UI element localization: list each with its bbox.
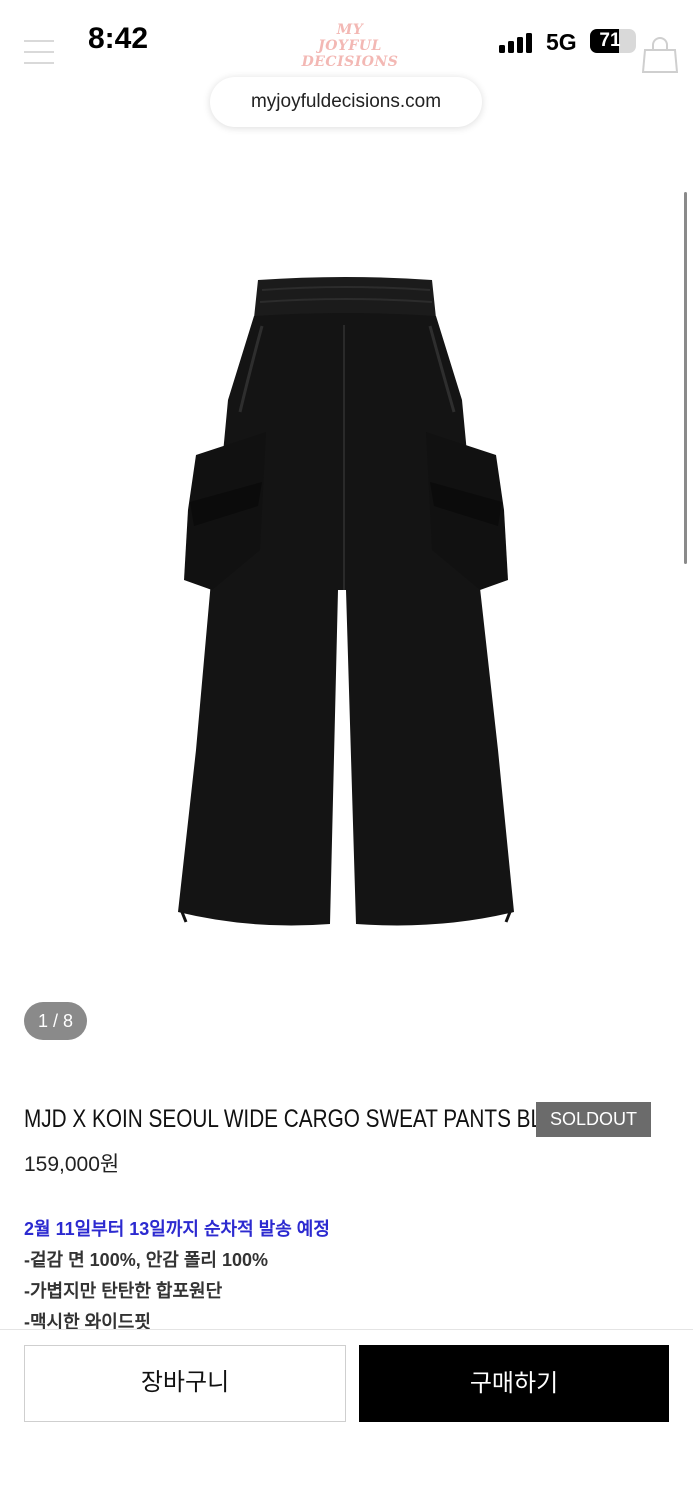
product-image[interactable] <box>0 150 693 1030</box>
logo-line-1: MY <box>336 22 364 38</box>
shopping-bag-icon[interactable] <box>642 36 678 74</box>
bottom-action-bar: 장바구니 구매하기 <box>0 1329 693 1500</box>
url-bar[interactable]: myjoyfuldecisions.com <box>210 77 482 127</box>
product-title: MJD X KOIN SEOUL WIDE CARGO SWEAT PANTS … <box>24 1105 585 1133</box>
cellular-signal-icon <box>499 31 537 53</box>
product-price: 159,000원 <box>24 1153 120 1176</box>
buy-now-button[interactable]: 구매하기 <box>359 1345 669 1422</box>
pants-waistband <box>254 277 436 318</box>
logo-line-3: DECISIONS <box>301 54 399 70</box>
soldout-badge: SOLDOUT <box>536 1102 651 1137</box>
product-page: 8:42 5G 71 MY JOYFUL DECISIONS myjoyfuld… <box>0 0 693 1500</box>
scrollbar[interactable] <box>684 192 687 564</box>
hamburger-menu-icon[interactable] <box>24 40 54 64</box>
battery-percent: 71 <box>599 30 621 51</box>
add-to-cart-button[interactable]: 장바구니 <box>24 1345 346 1422</box>
logo-line-2: JOYFUL <box>318 38 382 54</box>
image-counter: 1 / 8 <box>24 1002 87 1040</box>
battery-icon: 71 <box>590 29 636 53</box>
shipping-notice: 2월 11일부터 13일까지 순차적 발송 예정 <box>24 1219 330 1239</box>
product-description: 2월 11일부터 13일까지 순차적 발송 예정 -겉감 면 100%, 안감 … <box>24 1214 664 1338</box>
network-type: 5G <box>546 29 577 55</box>
site-logo[interactable]: MY JOYFUL DECISIONS <box>300 22 400 78</box>
description-line: -겉감 면 100%, 안감 폴리 100% <box>24 1250 268 1270</box>
pants-body <box>178 313 514 926</box>
description-line: -가볍지만 탄탄한 합포원단 <box>24 1281 223 1301</box>
status-time: 8:42 <box>88 22 149 55</box>
